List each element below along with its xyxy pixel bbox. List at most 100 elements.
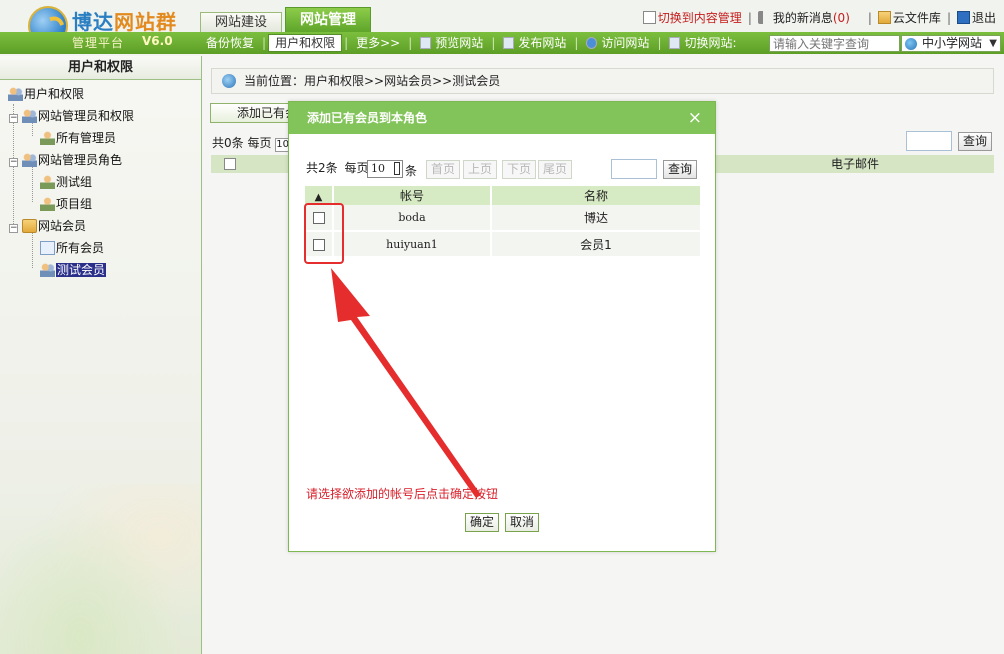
last-page-button[interactable]: 尾页 [538, 160, 572, 179]
nav-backup[interactable]: 备份恢复 [200, 35, 260, 51]
divider: | [657, 36, 662, 50]
close-box-icon [956, 11, 970, 24]
main-search-button[interactable]: 查询 [958, 132, 992, 151]
location-icon [222, 74, 236, 88]
collapse-icon[interactable]: − [9, 224, 18, 233]
tree-line [32, 166, 33, 202]
per-page-label: 每页 [344, 161, 369, 175]
dialog-search-button[interactable]: 查询 [663, 160, 697, 179]
users-icon [8, 87, 23, 101]
top-tabs: 网站建设 网站管理 [200, 7, 374, 32]
collapse-icon[interactable]: − [9, 158, 18, 167]
nav-more[interactable]: 更多>> [350, 35, 406, 51]
switch-icon [669, 37, 681, 49]
breadcrumb: 当前位置：用户和权限>>网站会员>>测试会员 [211, 68, 994, 94]
breadcrumb-text: 当前位置：用户和权限>>网站会员>>测试会员 [244, 74, 501, 88]
divider: | [747, 10, 752, 25]
nav-publish[interactable]: 发布网站 [497, 35, 572, 51]
dialog-title: 添加已有会员到本角色 [307, 111, 428, 125]
nav-switch-site: 切换网站: [663, 35, 742, 51]
per-page-unit: 条 [405, 164, 418, 178]
collapse-icon[interactable]: − [9, 114, 18, 123]
sidebar-decoration [0, 484, 200, 654]
nav-bar: 管理平台 V6.0 备份恢复 | 用户和权限 | 更多>> | 预览网站 | 发… [0, 32, 1004, 54]
table-row[interactable]: huiyuan1 会员1 [305, 231, 702, 258]
select-all-checkbox[interactable] [224, 158, 236, 170]
divider: | [574, 36, 579, 50]
tree-admins-permissions[interactable]: − 网站管理员和权限 [9, 106, 134, 126]
name-column-header[interactable]: 名称 [491, 186, 702, 205]
tree-project-group[interactable]: 项目组 [40, 194, 92, 214]
nav-preview[interactable]: 预览网站 [414, 35, 489, 51]
messages-link[interactable]: 我的新消息(0) [773, 9, 850, 26]
publish-icon [503, 37, 515, 49]
site-select-value: 中小学网站 [922, 36, 983, 50]
cloud-files-link[interactable]: 云文件库 [893, 9, 941, 26]
dialog-header: 添加已有会员到本角色 × [289, 102, 715, 134]
users-icon [22, 109, 37, 123]
user-icon [40, 131, 55, 145]
close-icon[interactable]: × [688, 102, 702, 134]
brand-name: 博达网站群 [72, 10, 177, 34]
tree-all-members[interactable]: 所有会员 [40, 238, 104, 258]
globe-icon [905, 38, 917, 50]
table-header-row: ▲ 帐号 名称 [305, 186, 702, 205]
user-icon [40, 175, 55, 189]
divider: | [946, 10, 951, 25]
platform-subtitle: 管理平台 [72, 36, 125, 50]
logout-link[interactable]: 退出 [972, 9, 996, 26]
tree-all-admins[interactable]: 所有管理员 [40, 128, 116, 148]
nav-items: 备份恢复 | 用户和权限 | 更多>> | 预览网站 | 发布网站 | 访问网站… [200, 32, 743, 54]
speaker-icon [757, 11, 771, 24]
tab-site-manage[interactable]: 网站管理 [285, 7, 372, 32]
add-existing-member-button[interactable]: 添加已有会员 [210, 103, 294, 123]
sort-up-icon: ▲ [314, 191, 323, 203]
users-icon [40, 263, 55, 277]
main-pager: 共0条 每页 10 [212, 134, 294, 152]
site-select[interactable]: 中小学网站 ▼ [901, 35, 1001, 52]
confirm-button[interactable]: 确定 [465, 513, 499, 532]
page-size-input[interactable]: 10 [367, 160, 403, 178]
sidebar-title: 用户和权限 [0, 56, 201, 80]
first-page-button[interactable]: 首页 [426, 160, 460, 179]
users-icon [22, 153, 37, 167]
add-member-dialog: 添加已有会员到本角色 × 共2条 每页 10 条 首页 上页 下页 尾页 查询 … [288, 101, 716, 552]
divider: | [344, 36, 349, 50]
tree-line [32, 232, 33, 268]
name-cell: 会员1 [491, 231, 702, 258]
user-icon [40, 197, 55, 211]
document-icon [642, 11, 656, 24]
tab-site-build[interactable]: 网站建设 [200, 12, 283, 32]
next-page-button[interactable]: 下页 [502, 160, 536, 179]
email-column-header: 电子邮件 [831, 157, 880, 171]
total-count: 共2条 [306, 161, 338, 175]
divider: | [262, 36, 267, 50]
name-cell: 博达 [491, 205, 702, 232]
table-row[interactable]: boda 博达 [305, 205, 702, 232]
switch-content-link[interactable]: 切换到内容管理 [658, 9, 742, 26]
keyword-search-input[interactable] [769, 35, 900, 52]
folder-icon [877, 11, 891, 24]
tree-test-members[interactable]: 测试会员 [40, 260, 107, 280]
divider: | [491, 36, 496, 50]
account-column-header[interactable]: 帐号 [333, 186, 492, 205]
tree-test-group[interactable]: 测试组 [40, 172, 92, 192]
cancel-button[interactable]: 取消 [505, 513, 539, 532]
nav-users-permissions[interactable]: 用户和权限 [268, 34, 343, 52]
prev-page-button[interactable]: 上页 [463, 160, 497, 179]
ie-icon [586, 37, 598, 49]
tree-site-members[interactable]: − 网站会员 [9, 216, 86, 236]
main-search-input[interactable] [906, 131, 952, 151]
messages-count: (0) [832, 11, 850, 25]
version-label: V6.0 [142, 34, 173, 48]
nav-visit[interactable]: 访问网站 [580, 35, 655, 51]
member-table: ▲ 帐号 名称 boda 博达 huiyuan1 会员1 [305, 186, 702, 258]
dialog-pager-info: 共2条 每页 [306, 159, 368, 176]
tree-root[interactable]: 用户和权限 [8, 84, 84, 104]
chevron-down-icon: ▼ [989, 38, 997, 49]
text-cursor [394, 162, 400, 175]
tree-admin-roles[interactable]: − 网站管理员角色 [9, 150, 122, 170]
top-right-links: 切换到内容管理 | 我的新消息(0) | 云文件库 | 退出 [642, 9, 996, 26]
dialog-search-input[interactable] [611, 159, 657, 179]
preview-icon [420, 37, 432, 49]
